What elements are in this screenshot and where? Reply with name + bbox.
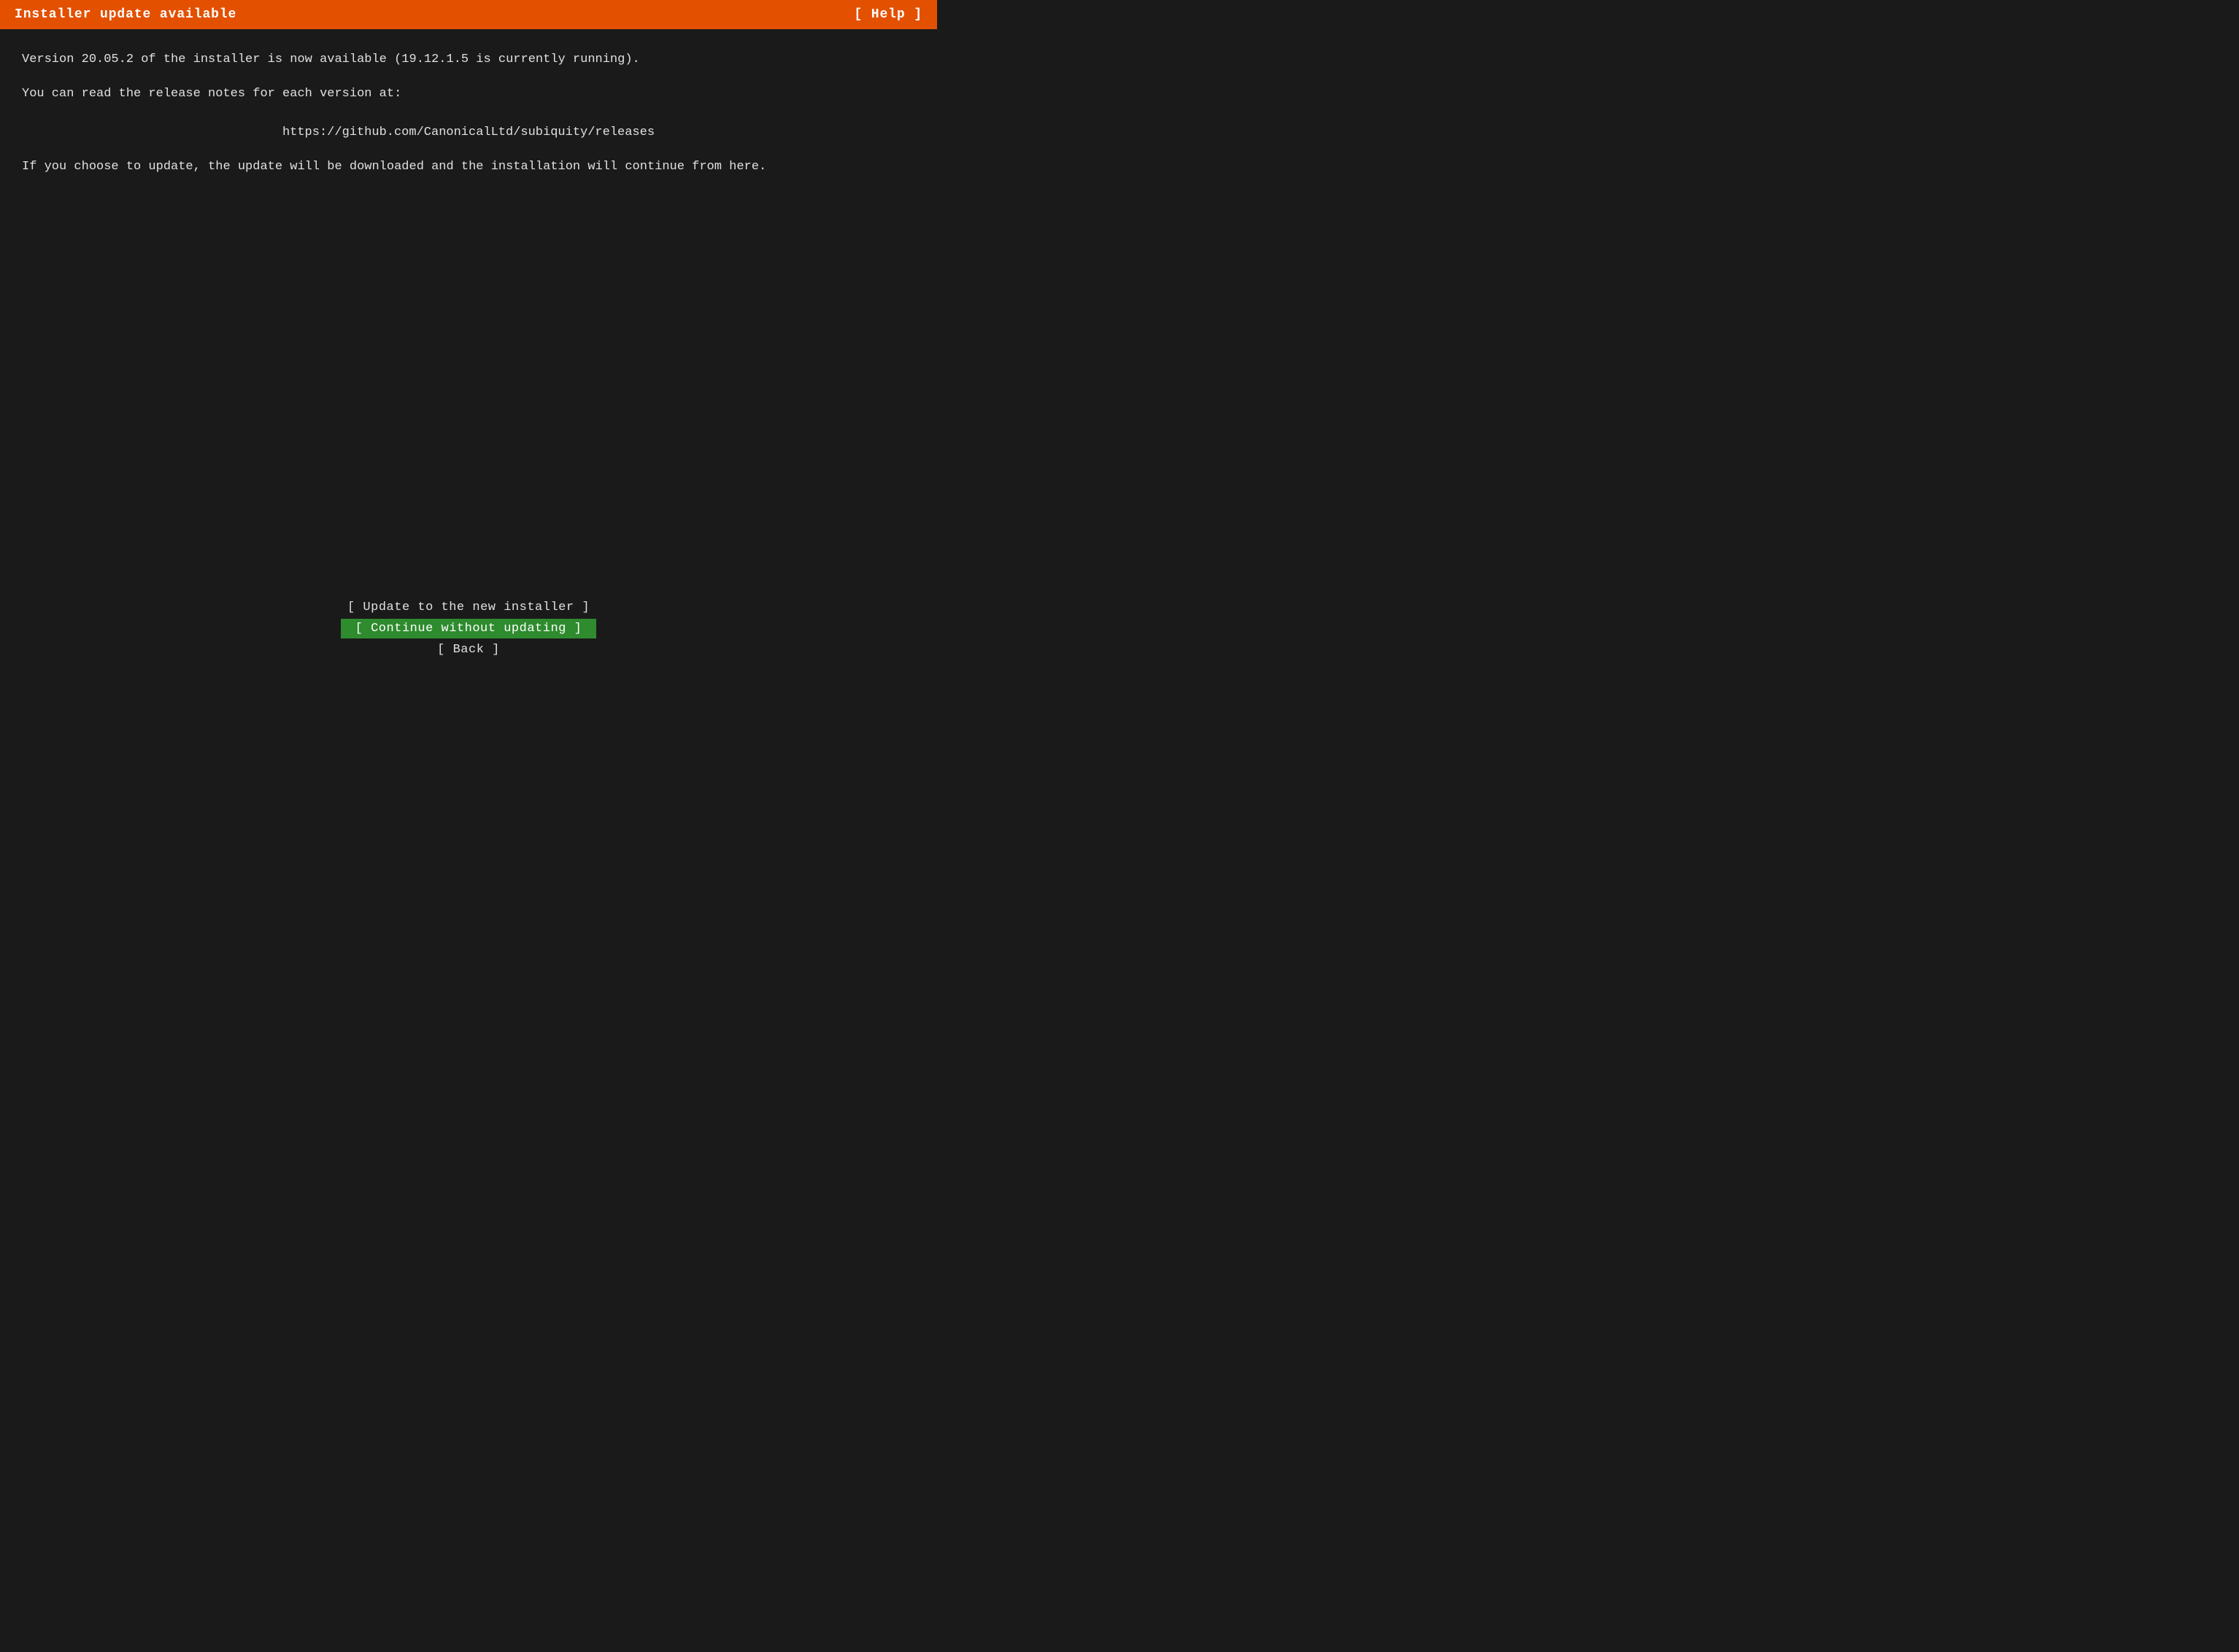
button-group: [ Update to the new installer ] [ Contin… xyxy=(22,598,915,674)
back-button[interactable]: [ Back ] xyxy=(344,640,593,660)
header-title: Installer update available xyxy=(15,7,236,22)
main-content: Version 20.05.2 of the installer is now … xyxy=(0,29,937,689)
update-button[interactable]: [ Update to the new installer ] xyxy=(333,598,604,617)
version-info: Version 20.05.2 of the installer is now … xyxy=(22,50,915,69)
header-bar: Installer update available [ Help ] xyxy=(0,0,937,29)
help-button[interactable]: [ Help ] xyxy=(854,7,922,22)
spacer xyxy=(22,192,915,598)
release-notes-intro: You can read the release notes for each … xyxy=(22,84,915,104)
update-description: If you choose to update, the update will… xyxy=(22,157,915,177)
continue-without-updating-button[interactable]: [ Continue without updating ] xyxy=(341,619,597,638)
release-notes-url: https://github.com/CanonicalLtd/subiquit… xyxy=(22,126,915,139)
